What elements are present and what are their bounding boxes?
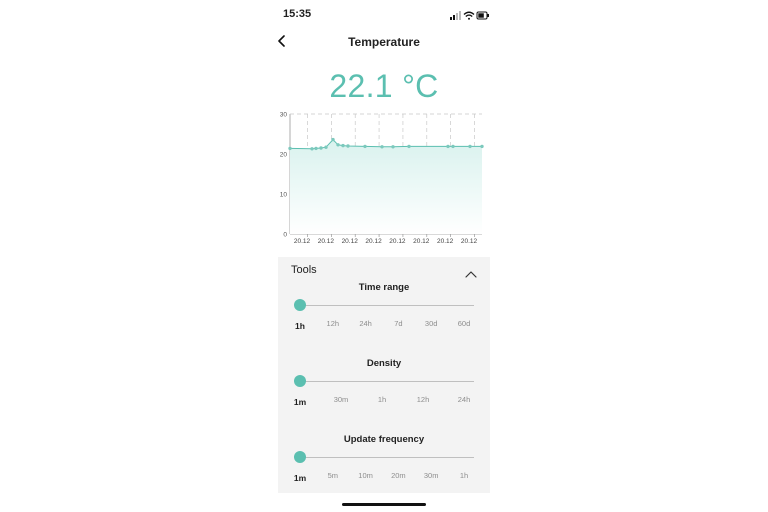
- y-tick-label: 30: [280, 112, 288, 119]
- slider-option-1h[interactable]: 1h: [295, 321, 305, 331]
- data-point: [314, 146, 318, 151]
- status-icons: [450, 9, 490, 21]
- data-point: [310, 147, 314, 151]
- slider-track[interactable]: [300, 457, 474, 458]
- slider-options: 1h 12h 24h 7d 30d 60d: [278, 319, 490, 333]
- data-point: [451, 144, 455, 149]
- slider-options: 1m 30m 1h 12h 24h: [278, 395, 490, 409]
- data-point: [391, 145, 395, 149]
- area-fill: [290, 139, 482, 234]
- slider-option-10m[interactable]: 10m: [358, 471, 373, 480]
- x-tick-label: 20.12: [318, 238, 335, 245]
- slider-option-1m[interactable]: 1m: [294, 473, 306, 483]
- data-point: [446, 144, 450, 149]
- wifi-icon: [463, 11, 475, 20]
- slider-thumb[interactable]: [294, 451, 306, 463]
- home-indicator[interactable]: [342, 503, 426, 506]
- y-tick-label: 20: [280, 152, 288, 159]
- data-point: [288, 146, 292, 151]
- slider-option-12h[interactable]: 12h: [327, 319, 340, 328]
- slider-option-1h[interactable]: 1h: [378, 395, 386, 404]
- data-point: [324, 145, 328, 149]
- data-point: [346, 144, 350, 148]
- x-tick-label: 20.12: [461, 238, 478, 245]
- update-frequency-slider[interactable]: Update frequency 1m 5m 10m 20m 30m 1h: [278, 434, 490, 494]
- data-point: [468, 144, 472, 149]
- slider-track[interactable]: [300, 381, 474, 382]
- x-tick-label: 20.12: [294, 238, 311, 245]
- x-tick-label: 20.12: [389, 238, 406, 245]
- slider-option-30d[interactable]: 30d: [425, 319, 438, 328]
- tools-panel: Tools Time range 1h 12h 24h 7d 30d 60d Densit…: [278, 257, 490, 493]
- slider-option-24h[interactable]: 24h: [458, 395, 471, 404]
- slider-option-1m[interactable]: 1m: [294, 397, 306, 407]
- y-tick-label: 0: [283, 232, 287, 239]
- slider-option-24h[interactable]: 24h: [359, 319, 372, 328]
- collapse-tools-button[interactable]: [465, 265, 477, 278]
- time-range-slider[interactable]: Time range 1h 12h 24h 7d 30d 60d: [278, 282, 490, 342]
- battery-icon: [476, 11, 489, 20]
- y-tick-label: 10: [280, 192, 288, 199]
- data-point: [480, 144, 484, 149]
- slider-option-5m[interactable]: 5m: [328, 471, 338, 480]
- slider-option-30m[interactable]: 30m: [334, 395, 349, 404]
- data-point: [407, 144, 411, 149]
- signal-icon: [450, 11, 461, 20]
- temperature-chart: 30 20 10 0 20.12 20.12 20.12 20.12 20.12 20.12 20…: [280, 112, 484, 245]
- slider-option-12h[interactable]: 12h: [417, 395, 430, 404]
- data-point: [336, 143, 340, 147]
- data-point: [331, 137, 335, 142]
- slider-option-20m[interactable]: 20m: [391, 471, 406, 480]
- tools-title: Tools: [291, 264, 317, 276]
- x-tick-label: 20.12: [437, 238, 454, 245]
- x-tick-label: 20.12: [342, 238, 359, 245]
- slider-thumb[interactable]: [294, 375, 306, 387]
- data-point: [319, 146, 323, 150]
- time-range-title: Time range: [358, 282, 410, 293]
- current-temperature: 22.1 °C: [329, 68, 439, 104]
- density-title: Density: [366, 358, 402, 369]
- slider-option-1h[interactable]: 1h: [460, 471, 468, 480]
- data-point: [341, 143, 345, 148]
- density-slider[interactable]: Density 1m 30m 1h 12h 24h: [278, 358, 490, 418]
- slider-track[interactable]: [300, 305, 474, 306]
- data-point: [380, 145, 384, 149]
- page-title: Temperature: [348, 35, 420, 49]
- slider-option-60d[interactable]: 60d: [458, 319, 471, 328]
- x-tick-label: 20.12: [365, 238, 382, 245]
- slider-option-30m[interactable]: 30m: [424, 471, 439, 480]
- status-time: 15:35: [283, 8, 312, 20]
- update-frequency-title: Update frequency: [343, 434, 425, 445]
- phone-screen: 15:35 Temperature 22.1 °C 30 20 10 0 20.…: [278, 0, 490, 512]
- data-point: [363, 144, 367, 149]
- x-tick-label: 20.12: [413, 238, 430, 245]
- slider-thumb[interactable]: [294, 299, 306, 311]
- slider-option-7d[interactable]: 7d: [394, 319, 402, 328]
- chevron-up-icon: [465, 271, 477, 278]
- slider-options: 1m 5m 10m 20m 30m 1h: [278, 471, 490, 485]
